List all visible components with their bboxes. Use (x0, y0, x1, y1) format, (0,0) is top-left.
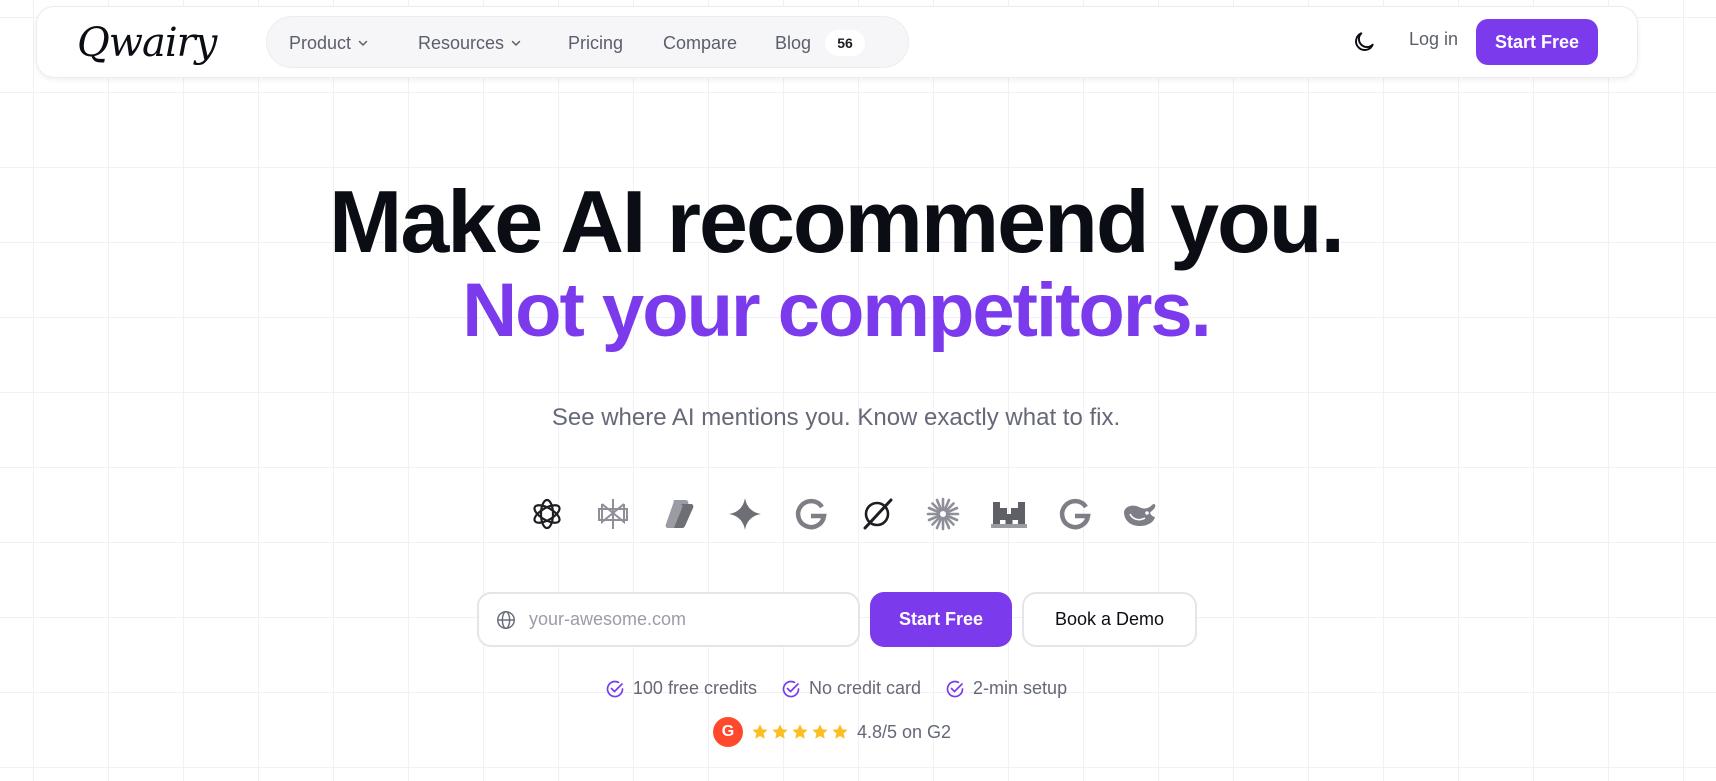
star-icon (812, 724, 828, 739)
nav-item-product[interactable]: Product (289, 17, 369, 69)
nav-item-resources[interactable]: Resources (418, 17, 522, 69)
hero-headline-accent: Not your competitors. (462, 268, 1212, 353)
perk-label: No credit card (808, 678, 922, 698)
star-icon (832, 724, 848, 739)
check-circle-icon (606, 680, 624, 697)
perks-row: 100 free credits No credit card 2-min se… (0, 678, 1672, 699)
claude-icon (920, 491, 966, 537)
nav-item-blog[interactable]: Blog 56 (775, 17, 866, 69)
rating-stars (751, 723, 849, 741)
hero-subheadline: See where AI mentions you. Know exactly … (551, 404, 1121, 431)
nav-menu: Product Resources Pricing Compare Blog 5… (266, 16, 909, 68)
page: Qwairy Product Resources Pricing Compare… (0, 0, 1716, 781)
grok-icon (854, 491, 900, 537)
deepseek-icon (1118, 491, 1164, 537)
start-free-header-button[interactable]: Start Free (1476, 19, 1598, 65)
star-icon (792, 724, 808, 739)
moon-icon[interactable] (1351, 29, 1377, 55)
nav-item-pricing[interactable]: Pricing (568, 17, 623, 69)
navbar: Qwairy Product Resources Pricing Compare… (36, 6, 1638, 78)
copilot-icon (656, 491, 702, 537)
chevron-down-icon (511, 40, 521, 46)
check-circle-icon (946, 680, 964, 697)
g2-logo-icon: G (713, 717, 743, 747)
website-url-input[interactable] (529, 609, 829, 630)
blog-count-badge: 56 (825, 30, 866, 56)
perk-label: 2-min setup (973, 678, 1068, 698)
logo-text: Qwairy (77, 20, 217, 66)
gemini-icon (722, 491, 768, 537)
perplexity-icon (590, 491, 636, 537)
perk-label: 100 free credits (632, 678, 757, 698)
book-demo-button[interactable]: Book a Demo (1022, 592, 1197, 647)
perk-item: 100 free credits (605, 678, 757, 699)
ai-logos-row (524, 491, 1164, 537)
google-icon (788, 491, 834, 537)
perk-item: 2-min setup (945, 678, 1067, 699)
hero-headline: Make AI recommend you. (329, 172, 1345, 271)
nav-item-compare[interactable]: Compare (663, 17, 737, 69)
check-circle-icon (782, 680, 800, 697)
logo[interactable]: Qwairy (77, 15, 217, 71)
google-ai-mode-icon (1052, 491, 1098, 537)
nav-item-label: Compare (663, 32, 738, 53)
mistral-icon (986, 491, 1032, 537)
nav-item-label: Blog (775, 32, 812, 53)
openai-icon (524, 491, 570, 537)
g2-rating[interactable]: G 4.8/5 on G2 (713, 717, 951, 747)
url-field-wrapper (477, 592, 860, 647)
nav-item-label: Product (289, 32, 352, 53)
star-icon (772, 724, 788, 739)
rating-text: 4.8/5 on G2 (857, 721, 952, 742)
login-link[interactable]: Log in (1409, 29, 1458, 50)
chevron-down-icon (358, 40, 368, 46)
star-icon (752, 724, 768, 739)
globe-icon (497, 610, 515, 629)
start-free-button[interactable]: Start Free (870, 592, 1012, 647)
nav-item-label: Pricing (568, 32, 624, 53)
nav-item-label: Resources (418, 32, 505, 53)
perk-item: No credit card (781, 678, 921, 699)
